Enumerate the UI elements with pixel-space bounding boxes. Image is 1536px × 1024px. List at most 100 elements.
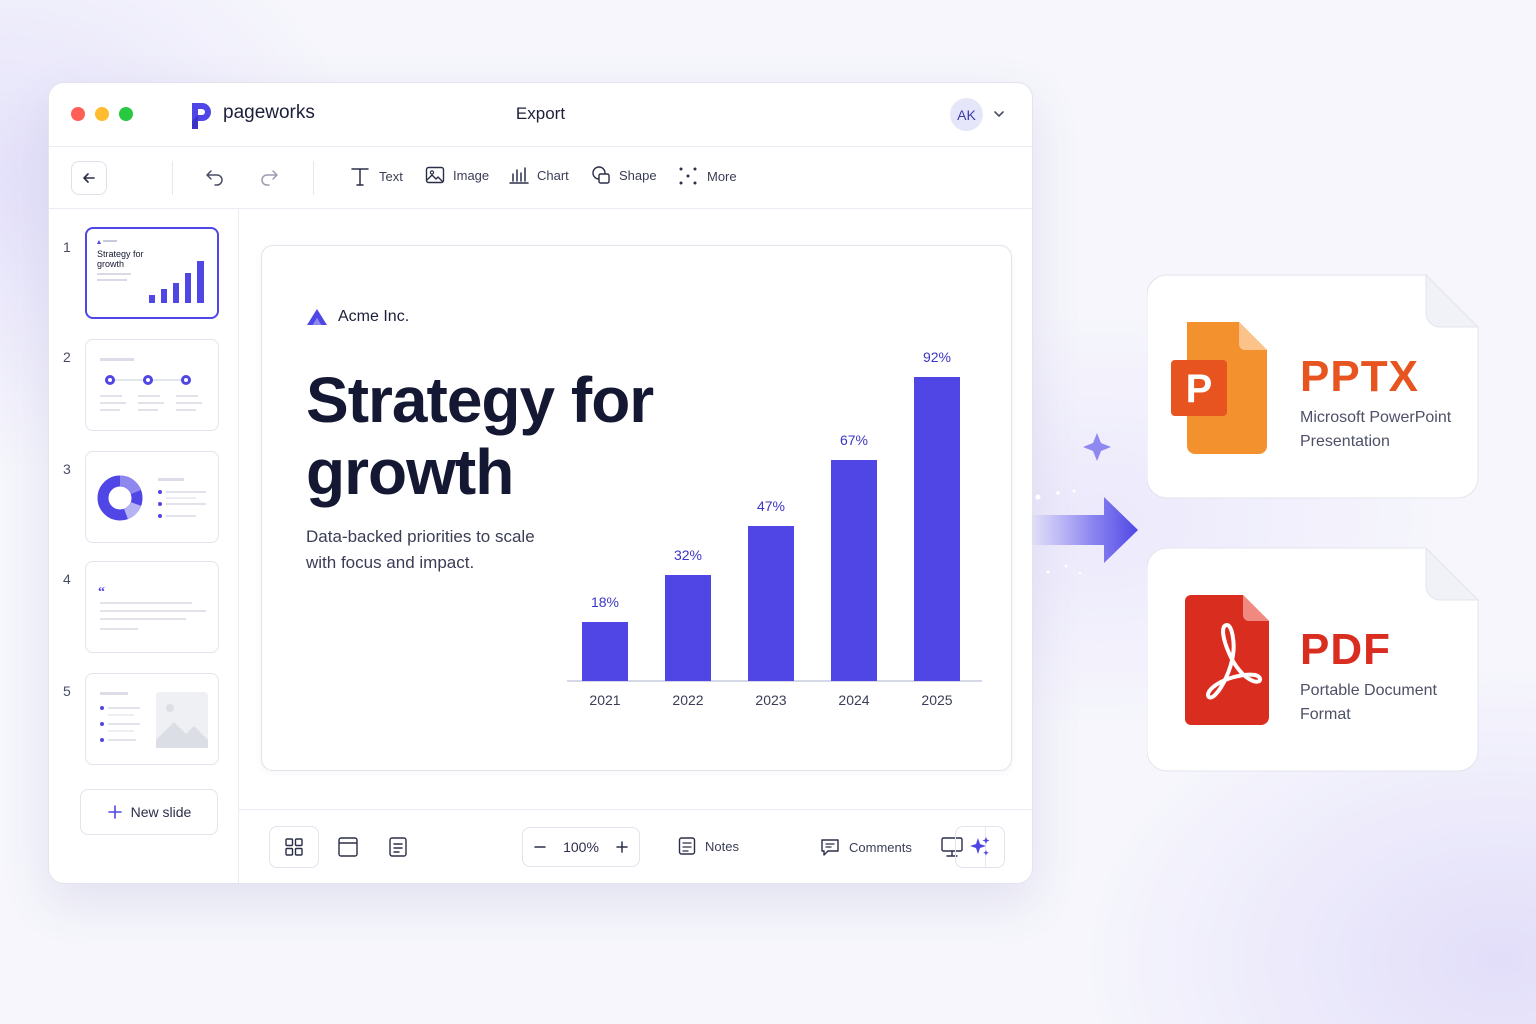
description-line: Portable Document	[1300, 682, 1437, 699]
shape-tool-label: Shape	[619, 167, 657, 183]
chart-tick-label: 2023	[755, 692, 786, 708]
svg-text:growth: growth	[97, 259, 124, 269]
export-format-title: PDF	[1300, 625, 1391, 674]
slide-thumbnail-3[interactable]	[85, 451, 219, 543]
chart-data-label: 92%	[923, 349, 951, 365]
text-icon	[351, 168, 369, 186]
notes-icon	[678, 837, 696, 855]
more-icon	[679, 167, 697, 185]
slide-thumbnail-5[interactable]	[85, 673, 219, 765]
chart-data-label: 18%	[591, 594, 619, 610]
slide-sidebar: 1 Strategy for growth 2 3 4 “ 5 New slid…	[49, 209, 239, 883]
layout-icon[interactable]	[337, 836, 359, 858]
chart-bar-2024	[831, 460, 877, 681]
image-icon	[425, 166, 445, 184]
back-button[interactable]	[71, 161, 107, 195]
acme-logo-icon	[307, 309, 327, 325]
more-tool-label: More	[707, 168, 737, 184]
undo-icon[interactable]	[204, 165, 226, 187]
text-tool-label: Text	[379, 168, 403, 184]
notes-button[interactable]: Notes	[677, 836, 739, 856]
divider	[172, 161, 173, 195]
slide-2-preview	[100, 358, 202, 411]
editor-toolbar: Text Image Chart Shape More	[49, 147, 1032, 209]
notes-label: Notes	[705, 838, 739, 854]
slide-thumbnail-1[interactable]: Strategy for growth	[85, 227, 219, 319]
chart-icon	[509, 167, 529, 184]
description-line: Presentation	[1300, 433, 1390, 450]
slide-canvas[interactable]: Acme Inc. Strategy for growth Data-backe…	[261, 245, 1012, 771]
export-pdf-card[interactable]: PDF Portable Document Format	[1147, 547, 1479, 772]
sparkle-icon	[970, 837, 990, 856]
sparkle-icon	[1083, 433, 1111, 461]
bar-chart: 18% 2021 32% 2022 47% 2023 67% 2024 92% 2025	[567, 349, 982, 708]
zoom-in-icon[interactable]	[615, 840, 629, 854]
image-tool-label: Image	[453, 167, 490, 183]
chart-tool-button[interactable]: Chart	[509, 165, 569, 185]
chart-bar-2023	[748, 526, 794, 681]
slide-number: 4	[63, 571, 71, 587]
app-window: pageworks Export AK Text Image Chart Sha…	[48, 82, 1033, 884]
zoom-out-icon[interactable]	[533, 840, 547, 854]
svg-text:Strategy for: Strategy for	[97, 249, 144, 259]
chart-data-label: 47%	[757, 498, 785, 514]
svg-text:“: “	[98, 585, 105, 600]
arrow-left-icon	[83, 173, 95, 183]
comment-icon	[821, 839, 839, 856]
avatar[interactable]: AK	[950, 98, 983, 131]
company-logo: Acme Inc.	[306, 308, 409, 326]
chart-tick-label: 2024	[838, 692, 869, 708]
bottom-toolbar: 100% Notes Comments	[239, 809, 1032, 883]
chart-tick-label: 2025	[921, 692, 952, 708]
image-tool-button[interactable]: Image	[425, 165, 489, 185]
slide-number: 3	[63, 461, 71, 477]
export-pptx-card[interactable]: P PPTX Microsoft PowerPoint Presentation	[1147, 274, 1479, 499]
shape-tool-button[interactable]: Shape	[591, 165, 657, 185]
window-title: Export	[515, 104, 566, 123]
text-tool-button[interactable]: Text	[349, 165, 403, 187]
slide-subtitle: Data-backed priorities to scale with foc…	[306, 524, 566, 576]
description-line: Format	[1300, 706, 1351, 723]
chart-tick-label: 2021	[589, 692, 620, 708]
grid-view-button[interactable]	[269, 826, 319, 868]
redo-icon[interactable]	[258, 165, 280, 187]
pptx-file-icon: P	[1171, 322, 1267, 454]
zoom-level[interactable]: 100%	[563, 839, 599, 855]
comments-button[interactable]: Comments	[819, 836, 912, 858]
export-arrow-graphic	[1030, 433, 1138, 575]
ai-assist-button[interactable]	[955, 826, 1005, 868]
chart-tool-label: Chart	[537, 167, 569, 183]
export-format-description: Portable Document Format	[1300, 679, 1470, 727]
arrow-right-icon	[1030, 497, 1138, 563]
chart-tick-label: 2022	[672, 692, 703, 708]
description-line: Microsoft PowerPoint	[1300, 409, 1452, 426]
slide-5-preview	[100, 692, 208, 748]
slide-3-preview	[97, 475, 206, 521]
export-format-description: Microsoft PowerPoint Presentation	[1300, 406, 1470, 454]
chart-bar-2025	[914, 377, 960, 681]
new-slide-button[interactable]: New slide	[80, 789, 218, 835]
shape-icon	[592, 166, 610, 184]
plus-icon	[107, 805, 122, 819]
slide-number: 1	[63, 239, 71, 255]
slide-number: 2	[63, 349, 71, 365]
grid-icon	[285, 838, 303, 856]
more-tool-button[interactable]: More	[677, 165, 737, 187]
company-name: Acme Inc.	[338, 308, 410, 325]
svg-text:P: P	[1186, 367, 1213, 411]
slide-1-preview: Strategy for growth	[97, 240, 204, 303]
chart-bar-2022	[665, 575, 711, 681]
subtitle-line: with focus and impact.	[306, 553, 475, 572]
chevron-down-icon[interactable]	[992, 107, 1006, 121]
slide-4-preview: “	[98, 585, 206, 630]
new-slide-label: New slide	[130, 804, 192, 820]
slide-number: 5	[63, 683, 71, 699]
chart-data-label: 67%	[840, 432, 868, 448]
subtitle-line: Data-backed priorities to scale	[306, 527, 535, 546]
zoom-control: 100%	[522, 827, 640, 867]
outline-icon[interactable]	[387, 836, 409, 858]
slide-thumbnail-2[interactable]	[85, 339, 219, 431]
slide-thumbnail-4[interactable]: “	[85, 561, 219, 653]
titlebar: pageworks Export AK	[49, 83, 1032, 147]
export-format-title: PPTX	[1300, 352, 1419, 401]
